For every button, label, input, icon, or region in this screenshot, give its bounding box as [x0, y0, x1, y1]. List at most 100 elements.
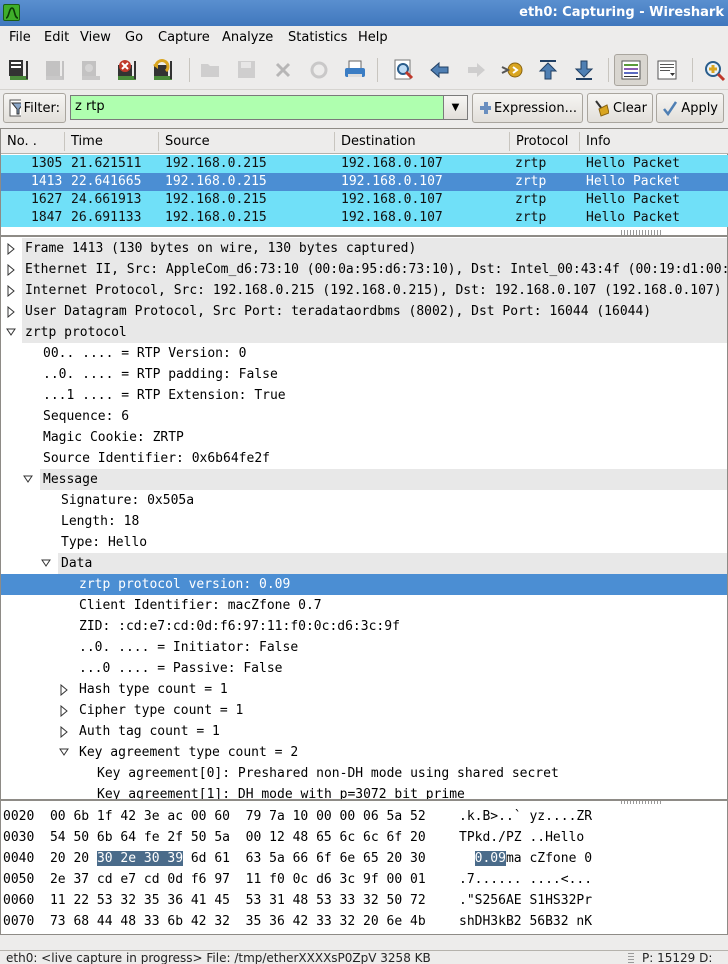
status-grip[interactable]: [628, 953, 634, 964]
go-last-button[interactable]: [569, 55, 599, 85]
column-header-info[interactable]: Info: [586, 134, 611, 149]
hex-row[interactable]: 0060 11 22 53 32 35 36 41 45 53 31 48 53…: [3, 893, 426, 914]
detail-row[interactable]: Auth tag count = 1: [79, 721, 220, 742]
apply-button[interactable]: Apply: [656, 93, 724, 123]
open-file-button[interactable]: [196, 55, 226, 85]
find-packet-button[interactable]: [389, 55, 419, 85]
detail-row[interactable]: ...0 .... = Passive: False: [79, 658, 283, 679]
capture-options-button[interactable]: [40, 55, 70, 85]
menu-view[interactable]: View: [80, 30, 111, 45]
menu-capture[interactable]: Capture: [158, 30, 210, 45]
column-header-source[interactable]: Source: [165, 134, 210, 149]
hex-row[interactable]: 0070 73 68 44 48 33 6b 42 32 35 36 42 33…: [3, 914, 426, 934]
filter-input[interactable]: z rtp: [70, 95, 444, 120]
detail-row[interactable]: Source Identifier: 0x6b64fe2f: [43, 448, 270, 469]
zoom-in-button[interactable]: [699, 55, 728, 85]
menu-go[interactable]: Go: [125, 30, 143, 45]
detail-row[interactable]: Ethernet II, Src: AppleCom_d6:73:10 (00:…: [22, 259, 727, 280]
expanded-arrow-icon[interactable]: [59, 747, 69, 759]
detail-row[interactable]: Key agreement[1]: DH mode with p=3072 bi…: [97, 784, 465, 799]
expression-button[interactable]: Expression...: [472, 93, 583, 123]
collapsed-arrow-icon[interactable]: [6, 284, 16, 298]
reload-button[interactable]: [304, 55, 334, 85]
detail-row[interactable]: 00.. .... = RTP Version: 0: [43, 343, 247, 364]
menu-edit[interactable]: Edit: [44, 30, 69, 45]
menu-file[interactable]: File: [9, 30, 31, 45]
detail-row[interactable]: Length: 18: [61, 511, 139, 532]
capture-start-button[interactable]: [76, 55, 106, 85]
packet-list[interactable]: No. . Time Source Destination Protocol I…: [0, 128, 728, 236]
detail-row[interactable]: zrtp protocol: [22, 322, 727, 343]
ascii-row[interactable]: .k.B>..` yz....ZR: [459, 809, 592, 830]
packet-row[interactable]: 1627 24.661913 192.168.0.215 192.168.0.1…: [1, 191, 728, 209]
collapsed-arrow-icon[interactable]: [59, 725, 69, 739]
detail-row[interactable]: User Datagram Protocol, Src Port: terada…: [22, 301, 727, 322]
detail-row[interactable]: Cipher type count = 1: [79, 700, 243, 721]
detail-row[interactable]: Data: [58, 553, 727, 574]
colorize-button[interactable]: [614, 54, 648, 86]
capture-stop-button[interactable]: [112, 55, 142, 85]
ascii-row[interactable]: 0.09ma cZfone 0: [459, 851, 592, 872]
detail-row[interactable]: Key agreement[0]: Preshared non-DH mode …: [97, 763, 559, 784]
collapsed-arrow-icon[interactable]: [6, 263, 16, 277]
expanded-arrow-icon[interactable]: [6, 327, 16, 339]
filter-button[interactable]: Filter:: [3, 93, 66, 123]
ascii-row[interactable]: TPkd./PZ ..Hello: [459, 830, 592, 851]
detail-row[interactable]: Magic Cookie: ZRTP: [43, 427, 184, 448]
menu-analyze[interactable]: Analyze: [222, 30, 273, 45]
detail-row[interactable]: Key agreement type count = 2: [79, 742, 298, 763]
detail-row[interactable]: Type: Hello: [61, 532, 147, 553]
detail-row[interactable]: Hash type count = 1: [79, 679, 228, 700]
collapsed-arrow-icon[interactable]: [59, 683, 69, 697]
detail-row[interactable]: Sequence: 6: [43, 406, 129, 427]
ascii-row[interactable]: shDH3kB2 56B32 nK: [459, 914, 592, 934]
expanded-arrow-icon[interactable]: [23, 474, 33, 486]
detail-row-selected[interactable]: zrtp protocol version: 0.09: [1, 574, 727, 595]
detail-row[interactable]: ...1 .... = RTP Extension: True: [43, 385, 286, 406]
detail-row[interactable]: Internet Protocol, Src: 192.168.0.215 (1…: [22, 280, 727, 301]
go-to-packet-button[interactable]: [497, 55, 527, 85]
auto-scroll-button[interactable]: [652, 55, 682, 85]
hex-row[interactable]: 0030 54 50 6b 64 fe 2f 50 5a 00 12 48 65…: [3, 830, 426, 851]
hex-row[interactable]: 0050 2e 37 cd e7 cd 0d f6 97 11 f0 0c d6…: [3, 872, 426, 893]
save-file-button[interactable]: [232, 55, 262, 85]
menu-statistics[interactable]: Statistics: [288, 30, 347, 45]
column-header-destination[interactable]: Destination: [341, 134, 416, 149]
expanded-arrow-icon[interactable]: [41, 558, 51, 570]
wireshark-app-icon[interactable]: [3, 4, 20, 21]
packet-row[interactable]: 1305 21.621511 192.168.0.215 192.168.0.1…: [1, 155, 728, 173]
go-first-button[interactable]: [533, 55, 563, 85]
ascii-row[interactable]: .7...... ....<...: [459, 872, 592, 893]
column-header-time[interactable]: Time: [71, 134, 103, 149]
collapsed-arrow-icon[interactable]: [6, 305, 16, 319]
close-file-button[interactable]: [268, 55, 298, 85]
ascii-row[interactable]: .t....@. w.......: [459, 801, 592, 809]
column-header-no[interactable]: No. .: [7, 134, 37, 149]
capture-interfaces-button[interactable]: [4, 55, 34, 85]
menu-help[interactable]: Help: [358, 30, 388, 45]
detail-row[interactable]: Message: [40, 469, 727, 490]
go-forward-button[interactable]: [461, 55, 491, 85]
pane-splitter-grip[interactable]: [621, 230, 661, 235]
collapsed-arrow-icon[interactable]: [59, 704, 69, 718]
print-button[interactable]: [340, 55, 370, 85]
ascii-row[interactable]: ."S256AE S1HS32Pr: [459, 893, 592, 914]
hex-row[interactable]: 0020 00 6b 1f 42 3e ac 00 60 79 7a 10 00…: [3, 809, 426, 830]
detail-row[interactable]: Client Identifier: macZfone 0.7: [79, 595, 322, 616]
packet-row-selected[interactable]: 1413 22.641665 192.168.0.215 192.168.0.1…: [1, 173, 728, 191]
capture-restart-button[interactable]: [148, 55, 178, 85]
detail-row[interactable]: ..0. .... = RTP padding: False: [43, 364, 278, 385]
filter-history-dropdown[interactable]: ▼: [443, 95, 468, 120]
hex-row[interactable]: 0010 00 74 00 00 00 00 40 11 77 e0 c0 a8…: [3, 801, 426, 809]
packet-row[interactable]: 1847 26.691133 192.168.0.215 192.168.0.1…: [1, 209, 728, 227]
detail-row[interactable]: Signature: 0x505a: [61, 490, 194, 511]
detail-row[interactable]: Frame 1413 (130 bytes on wire, 130 bytes…: [22, 238, 727, 259]
column-header-protocol[interactable]: Protocol: [516, 134, 568, 149]
packet-bytes-pane[interactable]: 0010 00 74 00 00 00 00 40 11 77 e0 c0 a8…: [0, 800, 728, 935]
go-back-button[interactable]: [425, 55, 455, 85]
clear-button[interactable]: Clear: [587, 93, 653, 123]
hex-row[interactable]: 0040 20 20 30 2e 30 39 6d 61 63 5a 66 6f…: [3, 851, 426, 872]
detail-row[interactable]: ..0. .... = Initiator: False: [79, 637, 298, 658]
packet-details-tree[interactable]: Frame 1413 (130 bytes on wire, 130 bytes…: [0, 236, 728, 800]
collapsed-arrow-icon[interactable]: [6, 242, 16, 256]
